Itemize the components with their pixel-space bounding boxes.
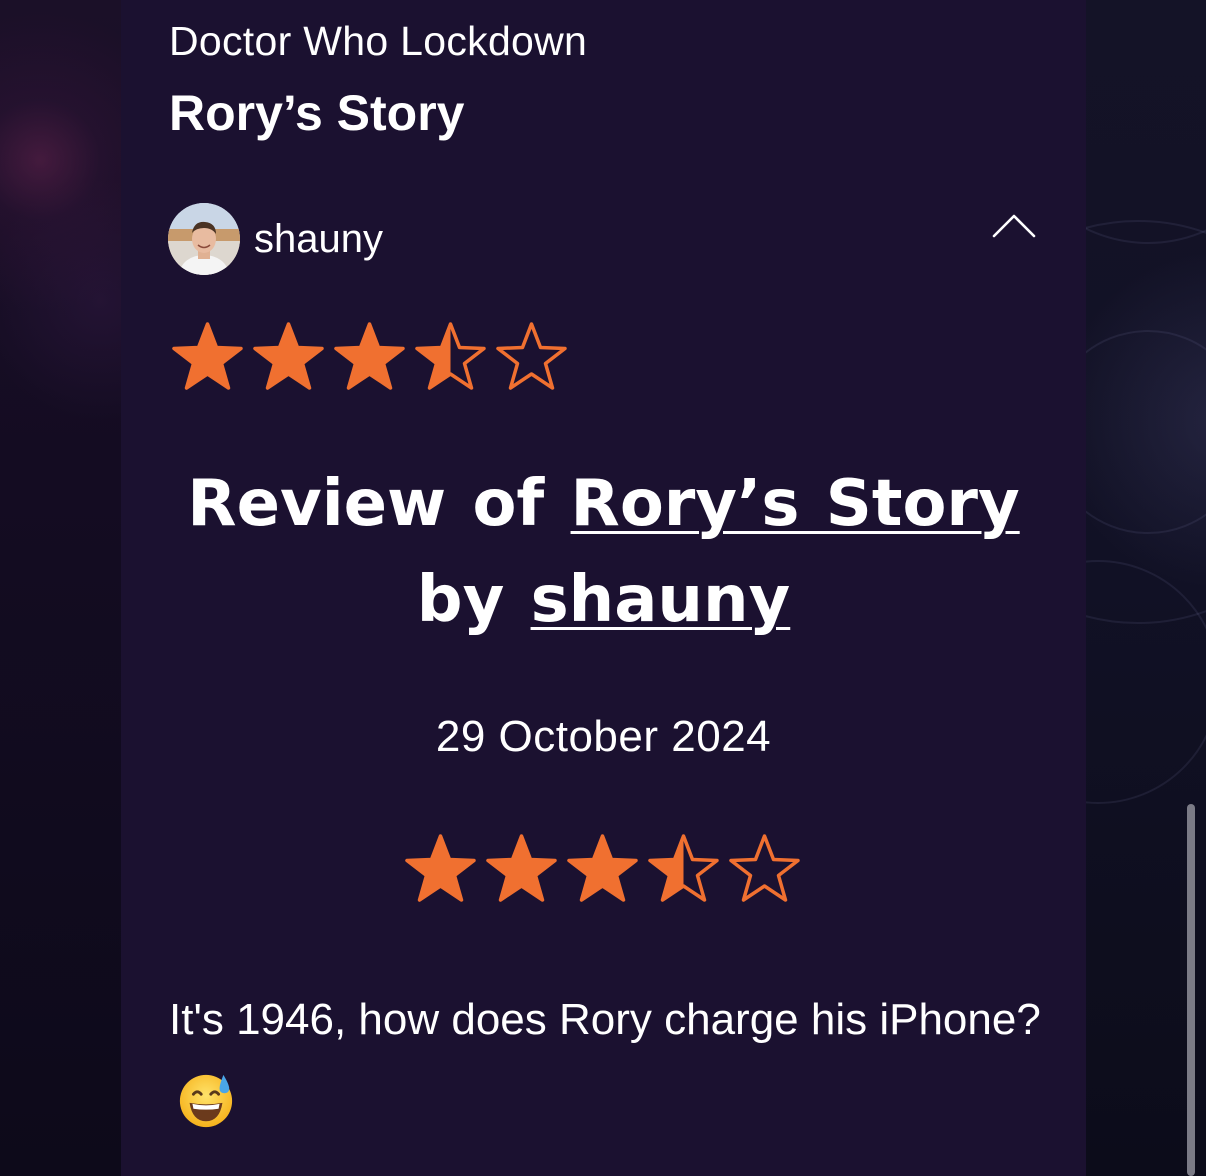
review-heading-prefix: Review of [187,467,545,541]
review-heading: Review of Rory’s Story by shauny [121,456,1086,648]
rating-star-half-icon [415,322,486,390]
review-text: It's 1946, how does Rory charge his iPho… [169,995,1041,1044]
author-link[interactable]: shauny [531,563,791,637]
scrollbar[interactable] [1187,804,1195,1176]
collapse-button[interactable] [990,206,1038,242]
review-date: 29 October 2024 [435,712,772,761]
rating-star-full-icon [253,322,324,390]
review-rating-star-half-icon [648,834,719,902]
category-label: Doctor Who Lockdown [169,18,588,64]
story-link[interactable]: Rory’s Story [571,467,1020,541]
chevron-up-icon [992,214,1036,238]
review-rating-star-full-icon [567,834,638,902]
review-rating-star-full-icon [405,834,476,902]
rating-star-full-icon [334,322,405,390]
background-left [0,0,121,1176]
rating-star-empty-icon [496,322,567,390]
grinning-face-with-sweat-icon [179,1075,233,1128]
rating-stars [170,320,569,395]
review-rating-stars [403,832,802,907]
user-avatar[interactable] [168,203,240,275]
review-rating-star-empty-icon [729,834,800,902]
review-rating-star-full-icon [486,834,557,902]
author-name[interactable]: shauny [254,217,383,262]
author-row: shauny [168,203,383,275]
story-title: Rory’s Story [169,85,465,141]
review-body: It's 1946, how does Rory charge his iPho… [169,978,1049,1146]
rating-star-full-icon [172,322,243,390]
review-heading-by: by [416,563,505,637]
